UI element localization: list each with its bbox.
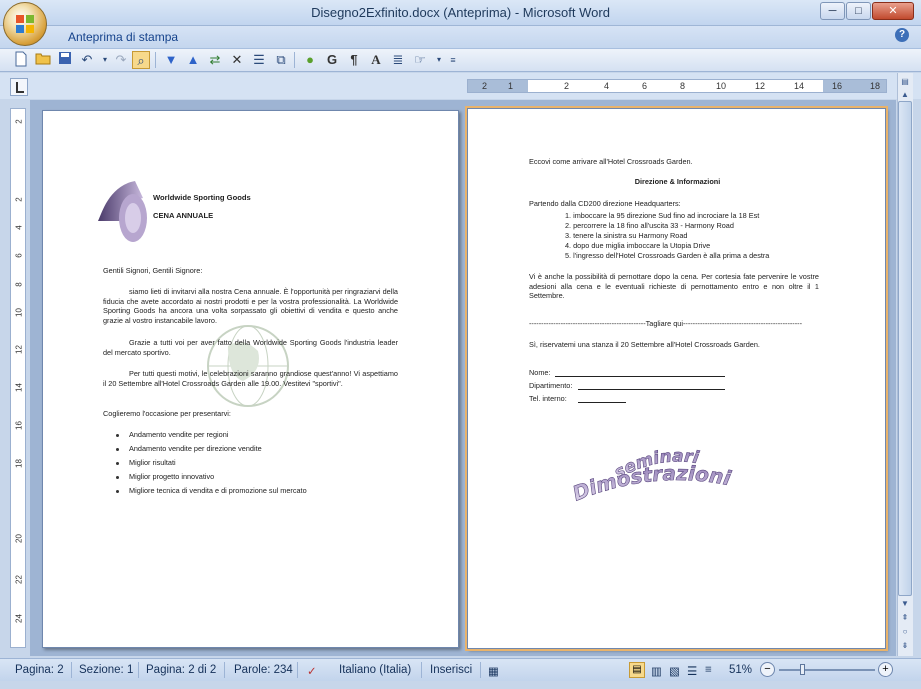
- maximize-button[interactable]: □: [846, 2, 871, 20]
- horizontal-ruler[interactable]: 2 1 2 4 6 8 10 12 14 16 18: [467, 79, 887, 93]
- shrink-icon[interactable]: ⇄: [206, 51, 224, 69]
- page-2[interactable]: Eccovi come arrivare all'Hotel Crossroad…: [465, 106, 888, 651]
- phone-label: Tel. interno:: [529, 394, 567, 403]
- intro-text: Eccovi come arrivare all'Hotel Crossroad…: [529, 157, 693, 166]
- note-text: Vi è anche la possibilità di pernottare …: [529, 272, 819, 301]
- step-item: 4. dopo due miglia imboccare la Utopia D…: [565, 241, 711, 250]
- help-icon[interactable]: ?: [895, 28, 909, 42]
- hand-icon[interactable]: ☞: [411, 51, 429, 69]
- status-page[interactable]: Pagina: 2: [15, 664, 64, 676]
- ribbon-tab-print-preview[interactable]: Anteprima di stampa: [68, 30, 178, 44]
- zoom-level[interactable]: 51%: [729, 664, 752, 676]
- status-mode[interactable]: Inserisci: [430, 664, 472, 676]
- full-screen-view-icon[interactable]: ▥: [651, 664, 662, 678]
- list-item: Miglior progetto innovativo: [129, 472, 215, 481]
- font-a-icon[interactable]: A: [367, 51, 385, 69]
- phone-field[interactable]: [578, 402, 626, 403]
- tab-selector[interactable]: [10, 78, 28, 96]
- outline-view-icon[interactable]: ☰: [687, 664, 697, 678]
- next-page-icon[interactable]: ⇟: [899, 640, 911, 652]
- previous-page-icon[interactable]: ⇞: [899, 612, 911, 624]
- pages-icon[interactable]: ⧉: [272, 51, 290, 69]
- paragraph-3: Per tutti questi motivi, le celebrazioni…: [103, 369, 398, 388]
- status-language[interactable]: Italiano (Italia): [339, 664, 411, 676]
- name-label: Nome:: [529, 368, 551, 377]
- pilcrow-icon[interactable]: ¶: [345, 51, 363, 69]
- status-section[interactable]: Sezione: 1: [79, 664, 133, 676]
- paragraph-4: Coglieremo l'occasione per presentarvi:: [103, 409, 231, 418]
- undo-icon[interactable]: ↶: [78, 51, 96, 69]
- zoom-out-button[interactable]: −: [760, 662, 775, 677]
- paragraph-2: Grazie a tutti voi per aver fatto della …: [103, 338, 398, 357]
- proofing-icon[interactable]: ✓: [307, 664, 317, 678]
- scroll-thumb[interactable]: [898, 101, 912, 596]
- status-words[interactable]: Parole: 234: [234, 664, 293, 676]
- preview-icon[interactable]: ⌕: [132, 51, 150, 69]
- start-text: Partendo dalla CD200 direzione Headquart…: [529, 199, 681, 208]
- close-icon[interactable]: ✕: [228, 51, 246, 69]
- paragraph-1: siamo lieti di invitarvi alla nostra Cen…: [103, 287, 398, 325]
- browse-object-icon[interactable]: ○: [899, 626, 911, 638]
- web-layout-view-icon[interactable]: ▧: [669, 664, 680, 678]
- page-1[interactable]: Worldwide Sporting Goods CENA ANNUALE Ge…: [42, 110, 459, 648]
- bold-g-icon[interactable]: G: [323, 51, 341, 69]
- draft-view-icon[interactable]: ≡: [705, 664, 712, 676]
- scroll-up-icon[interactable]: ▲: [899, 89, 911, 101]
- minimize-button[interactable]: ─: [820, 2, 845, 20]
- greeting: Gentili Signori, Gentili Signore:: [103, 266, 203, 275]
- macro-icon[interactable]: ▦: [488, 664, 499, 678]
- lines-icon[interactable]: ☰: [250, 51, 268, 69]
- dot-icon[interactable]: ●: [301, 51, 319, 69]
- up-icon[interactable]: ▲: [184, 51, 202, 69]
- status-pages[interactable]: Pagina: 2 di 2: [146, 664, 216, 676]
- reservation-text: Sì, riservatemi una stanza il 20 Settemb…: [529, 340, 760, 349]
- format-icon[interactable]: ≣: [389, 51, 407, 69]
- event-title: CENA ANNUALE: [153, 211, 214, 220]
- office-logo-icon: [16, 15, 34, 33]
- ruler-toggle-icon[interactable]: ▤: [899, 76, 911, 88]
- close-window-button[interactable]: ✕: [872, 2, 914, 20]
- office-button[interactable]: [3, 2, 47, 46]
- print-layout-view-icon[interactable]: ▤: [629, 662, 645, 678]
- list-item: Miglior risultati: [129, 458, 176, 467]
- step-item: 1. imboccare la 95 direzione Sud fino ad…: [565, 211, 760, 220]
- new-icon[interactable]: [12, 51, 30, 69]
- cut-line: ----------------------------------------…: [529, 319, 803, 328]
- department-field[interactable]: [578, 389, 725, 390]
- scroll-down-icon[interactable]: ▼: [899, 598, 911, 610]
- redo-icon[interactable]: ↷: [112, 51, 130, 69]
- save-icon[interactable]: [56, 51, 74, 69]
- company-name: Worldwide Sporting Goods: [153, 193, 251, 202]
- name-field[interactable]: [555, 376, 725, 377]
- list-item: Andamento vendite per direzione vendite: [129, 444, 262, 453]
- vertical-ruler[interactable]: 2 2 4 6 8 10 12 14 16 18 20 22 24: [10, 108, 26, 648]
- list-item: Andamento vendite per regioni: [129, 430, 229, 439]
- window-title: Disegno2Exfinito.docx (Anteprima) - Micr…: [311, 5, 610, 20]
- more-icon[interactable]: ≡: [444, 51, 462, 69]
- list-item: Migliore tecnica di vendita e di promozi…: [129, 486, 307, 495]
- down-icon[interactable]: ▼: [162, 51, 180, 69]
- zoom-slider-track[interactable]: [779, 669, 875, 671]
- department-label: Dipartimento:: [529, 381, 573, 390]
- open-icon[interactable]: [34, 51, 52, 69]
- zoom-slider-thumb[interactable]: [800, 664, 805, 675]
- step-item: 5. l'ingresso dell'Hotel Crossroads Gard…: [565, 251, 770, 260]
- step-item: 2. percorrere la 18 fino all'uscita 33 -…: [565, 221, 734, 230]
- step-item: 3. tenere la sinistra su Harmony Road: [565, 231, 688, 240]
- wordart-graphic: seminari Dimostrazioni: [569, 446, 734, 506]
- zoom-in-button[interactable]: +: [878, 662, 893, 677]
- company-logo: [98, 181, 147, 242]
- directions-heading: Direzione & Informazioni: [634, 177, 721, 186]
